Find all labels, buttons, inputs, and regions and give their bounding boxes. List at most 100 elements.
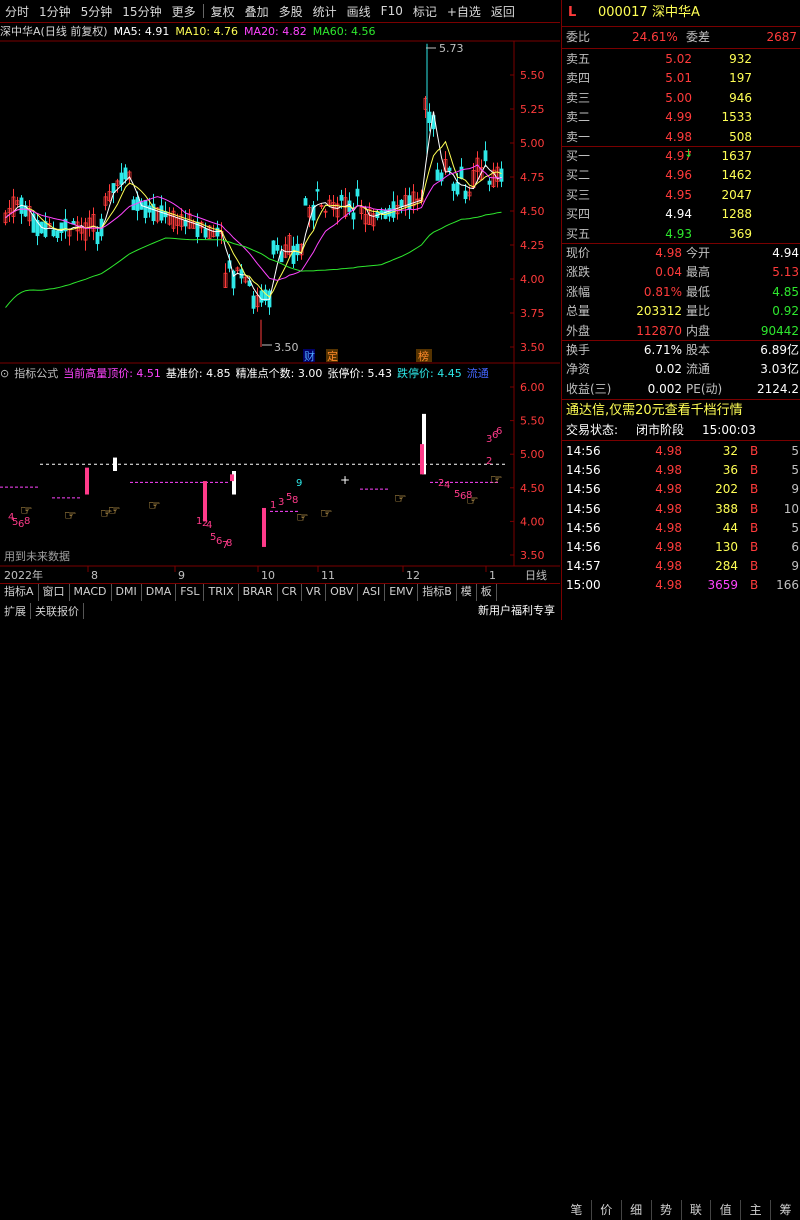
level-label: 买四 <box>566 207 591 222</box>
order-level[interactable]: 卖一 4.98 508 <box>562 128 800 147</box>
indicator-name[interactable]: 指标公式 <box>14 365 58 381</box>
indicator-tab-2[interactable]: MACD <box>70 584 112 601</box>
weibi-label: 委比 <box>566 30 591 44</box>
stat-label: 量比 <box>686 304 711 319</box>
tick-side: B <box>750 482 759 497</box>
quote-tab-0[interactable]: 笔 <box>562 1200 592 1220</box>
indicator-tab-5[interactable]: FSL <box>176 584 205 601</box>
level-price: 4.99 <box>665 110 692 125</box>
indicator-tab-9[interactable]: VR <box>302 584 327 601</box>
quote-tab-3[interactable]: 势 <box>652 1200 682 1220</box>
indicator-collapse-icon[interactable]: ⊙ <box>0 367 9 380</box>
indicator-bar <box>230 474 234 482</box>
tick-time: 14:56 <box>566 444 601 458</box>
indicator-tab-13[interactable]: 指标B <box>418 584 457 601</box>
quote-tab-4[interactable]: 联 <box>682 1200 712 1220</box>
trade-status: 闭市阶段 <box>636 423 685 437</box>
order-level[interactable]: 买五 4.93 369 <box>562 225 800 244</box>
limit-down-label: 跌停价: 4.45 <box>397 367 462 380</box>
order-level[interactable]: 买一 4.97 1637 <box>562 147 800 166</box>
extension-tab-1[interactable]: 关联报价 <box>31 602 84 619</box>
level-label: 买一 <box>566 149 591 163</box>
indicator-tab-15[interactable]: 板 <box>477 584 497 601</box>
indicator-tab-3[interactable]: DMI <box>112 584 142 601</box>
quote-tab-2[interactable]: 细 <box>622 1200 652 1220</box>
indicator-tab-11[interactable]: ASI <box>358 584 386 601</box>
order-level[interactable]: 买二 4.96 1462 <box>562 166 800 185</box>
divider <box>562 399 800 400</box>
tick-time: 15:00 <box>566 578 601 593</box>
indicator-tick-label: 4.50 <box>520 482 545 495</box>
tick-count: 5 <box>791 520 799 535</box>
candle-body <box>55 230 60 238</box>
indicator-tab-12[interactable]: EMV <box>385 584 419 601</box>
indicator-tab-14[interactable]: 模 <box>457 584 477 601</box>
indicator-tab-7[interactable]: BRAR <box>239 584 278 601</box>
candle-body <box>259 290 264 303</box>
candle-body <box>447 167 452 172</box>
stat-row: 净资 0.02 流通 3.03亿 <box>562 360 800 379</box>
level-volume: 508 <box>729 129 752 144</box>
indicator-tab-8[interactable]: CR <box>278 584 302 601</box>
tick-side: B <box>750 559 759 574</box>
indicator-tab-6[interactable]: TRIX <box>204 584 239 601</box>
quote-tab-5[interactable]: 值 <box>711 1200 742 1220</box>
indicator-tab-1[interactable]: 窗口 <box>39 584 70 601</box>
order-level[interactable]: 买三 4.95 2047 <box>562 186 800 205</box>
candle-body <box>459 166 464 179</box>
order-level[interactable]: 卖四 5.01 197 <box>562 69 800 88</box>
candle-body <box>203 228 208 238</box>
marker-bang[interactable]: 榜 <box>418 349 429 363</box>
new-user-promo[interactable]: 新用户福利专享 <box>478 602 555 618</box>
candle-body <box>315 189 320 192</box>
candle-body <box>295 243 300 256</box>
level-label: 买二 <box>566 168 591 183</box>
tick-side: B <box>750 501 759 516</box>
marker-cai[interactable]: 财 <box>304 349 315 363</box>
year-label: 2022年 <box>4 568 43 582</box>
marker-ding[interactable]: 定 <box>327 349 338 363</box>
stat-label: PE(动) <box>686 381 723 396</box>
indicator-tab-0[interactable]: 指标A <box>0 584 39 601</box>
tick-price: 4.98 <box>655 540 682 554</box>
promo-banner[interactable]: 通达信,仅需20元查看千档行情 <box>562 401 800 420</box>
hand-pointer-icon: ☞ <box>394 491 407 507</box>
tick-count: 6 <box>791 540 799 554</box>
candle-body <box>455 182 460 195</box>
quote-tab-7[interactable]: 筹 <box>771 1200 800 1220</box>
candle-body <box>143 199 148 218</box>
extension-tab-0[interactable]: 扩展 <box>0 602 31 619</box>
period-label[interactable]: 日线 <box>525 568 547 582</box>
indicator-tab-4[interactable]: DMA <box>142 584 177 601</box>
indicator-count-label: 1 <box>270 500 276 511</box>
quote-header: L 000017 深中华A <box>562 2 800 24</box>
hand-pointer-icon: ☞ <box>64 508 77 524</box>
indicator-tick-label: 3.50 <box>520 549 545 562</box>
indicator-count-label: 4 <box>206 520 212 531</box>
stock-name: 深中华A <box>652 5 700 20</box>
kline-chart[interactable]: 5.50 5.25 5.00 4.75 4.50 4.25 4.00 3.75 3.50 6.0… <box>0 0 561 600</box>
order-level[interactable]: 买四 4.94 1288 <box>562 205 800 224</box>
stat-value: 0.002 <box>647 381 682 396</box>
order-level[interactable]: 卖三 5.00 946 <box>562 89 800 108</box>
quote-tab-6[interactable]: 主 <box>741 1200 772 1220</box>
low-label: 3.50 <box>274 341 299 354</box>
indicator-plot: ☞ ☞ ☞☞ ☞☞ ☞☞ ☞☞45 6 8 1 245 6 781 3 5 89 2 45 6 83 662+ <box>0 413 505 551</box>
order-level[interactable]: 卖二 4.99 1533 <box>562 108 800 127</box>
candle-body <box>483 150 488 162</box>
stat-label: 流通 <box>686 362 711 377</box>
tick-row: 14:56 4.98 202 B 9 <box>562 480 800 499</box>
indicator-count-label: 6 <box>496 426 502 437</box>
quote-tab-1[interactable]: 价 <box>592 1200 622 1220</box>
indicator-price-axis: 6.00 5.50 5.00 4.50 4.00 3.50 <box>510 381 545 562</box>
tick-volume: 130 <box>715 540 738 554</box>
tick-volume: 202 <box>715 482 738 497</box>
level-label: 买五 <box>566 226 591 241</box>
order-level[interactable]: 卖五 5.02 932 <box>562 50 800 69</box>
price-tick-label: 3.50 <box>520 341 545 354</box>
right-bottom-tabs: 笔价细势联值主筹 <box>562 600 800 1220</box>
stat-label: 净资 <box>566 362 591 377</box>
month-label: 9 <box>178 569 185 582</box>
indicator-count-label: 8 <box>292 495 298 506</box>
indicator-tab-10[interactable]: OBV <box>326 584 359 601</box>
